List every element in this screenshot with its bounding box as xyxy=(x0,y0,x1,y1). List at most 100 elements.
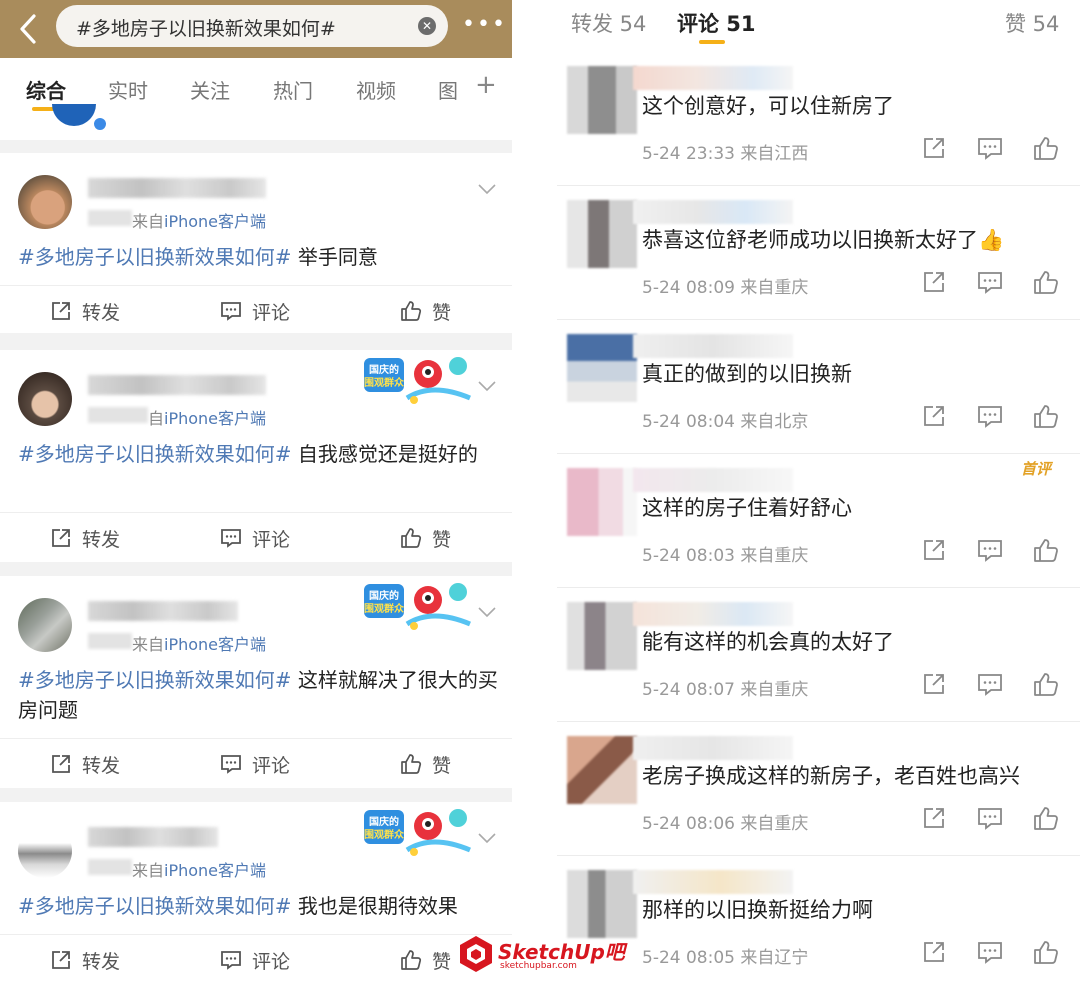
add-tab-icon[interactable]: + xyxy=(475,70,497,100)
thumbs-up-icon[interactable] xyxy=(1033,403,1059,429)
commenter-name-blurred[interactable] xyxy=(633,66,793,90)
active-tab-indicator xyxy=(699,40,725,44)
commenter-avatar[interactable] xyxy=(567,66,637,134)
commenter-name-blurred[interactable] xyxy=(633,870,793,894)
verified-icon xyxy=(94,118,106,130)
avatar[interactable] xyxy=(18,372,72,426)
comment-label: 评论 xyxy=(252,755,291,777)
commenter-name-blurred[interactable] xyxy=(633,736,793,760)
comment-icon[interactable] xyxy=(977,805,1003,831)
tab-reposts[interactable]: 转发 54 xyxy=(571,8,646,38)
comment-item[interactable]: 首评 这样的房子住着好舒心 5-24 08:03 来自重庆 xyxy=(557,454,1080,588)
username-blurred[interactable] xyxy=(88,601,238,621)
thumbs-up-icon[interactable] xyxy=(1033,269,1059,295)
username-blurred[interactable] xyxy=(88,178,266,198)
account-logo-icon xyxy=(52,104,96,126)
username-blurred[interactable] xyxy=(88,827,218,847)
share-icon[interactable] xyxy=(921,403,947,429)
share-icon[interactable] xyxy=(921,269,947,295)
comment-button[interactable]: 评论 xyxy=(220,751,290,778)
watermark-subtitle: sketchupbar.com xyxy=(500,961,577,971)
avatar[interactable] xyxy=(18,824,72,878)
comment-icon[interactable] xyxy=(977,135,1003,161)
tab-video[interactable]: 视频 xyxy=(356,75,396,104)
tab-hot[interactable]: 热门 xyxy=(273,75,313,104)
chevron-down-icon[interactable] xyxy=(477,376,497,396)
like-button[interactable]: 赞 xyxy=(400,298,451,325)
commenter-name-blurred[interactable] xyxy=(633,602,793,626)
comment-item[interactable]: 恭喜这位舒老师成功以旧换新太好了👍 5-24 08:09 来自重庆 xyxy=(557,186,1080,320)
post-source: 来自iPhone客户端 xyxy=(132,208,266,232)
repost-label: 转发 xyxy=(82,529,121,551)
thumbs-up-icon[interactable] xyxy=(1033,537,1059,563)
comment-icon[interactable] xyxy=(977,939,1003,965)
comment-icon[interactable] xyxy=(977,537,1003,563)
chevron-down-icon[interactable] xyxy=(477,179,497,199)
like-button[interactable]: 赞 xyxy=(400,751,451,778)
commenter-name-blurred[interactable] xyxy=(633,468,793,492)
tab-realtime[interactable]: 实时 xyxy=(108,75,148,104)
comment-item[interactable]: 这个创意好，可以住新房了 5-24 23:33 来自江西 xyxy=(557,52,1080,186)
repost-button[interactable]: 转发 xyxy=(50,525,120,552)
comment-icon[interactable] xyxy=(977,671,1003,697)
commenter-avatar[interactable] xyxy=(567,468,637,536)
post-card[interactable]: 自iPhone客户端 国庆的 围观群众 #多地房子以旧换新效果如何# 自我感觉还是… xyxy=(0,350,512,562)
thumbs-up-icon[interactable] xyxy=(1033,135,1059,161)
commenter-name-blurred[interactable] xyxy=(633,200,793,224)
thumbs-up-icon xyxy=(401,950,422,970)
chevron-down-icon[interactable] xyxy=(477,828,497,848)
comments-panel: 转发 54 评论 51 赞 54 这个创意好，可以住新房了 5-24 23:33… xyxy=(557,0,1080,985)
like-button[interactable]: 赞 xyxy=(400,525,451,552)
hashtag-link[interactable]: #多地房子以旧换新效果如何# xyxy=(18,668,292,692)
post-card[interactable]: 来自iPhone客户端 国庆的 围观群众 #多地房子以旧换新效果如何# 这样就解决… xyxy=(0,576,512,788)
hashtag-link[interactable]: #多地房子以旧换新效果如何# xyxy=(18,894,292,918)
post-card[interactable]: 来自iPhone客户端 国庆的 围观群众 #多地房子以旧换新效果如何# 我也是很期… xyxy=(0,802,512,985)
repost-button[interactable]: 转发 xyxy=(50,298,120,325)
tab-images[interactable]: 图 xyxy=(438,75,458,104)
clear-search-icon[interactable]: ✕ xyxy=(418,17,436,35)
share-icon[interactable] xyxy=(921,135,947,161)
thumbs-up-icon[interactable] xyxy=(1033,671,1059,697)
share-icon[interactable] xyxy=(921,671,947,697)
commenter-avatar[interactable] xyxy=(567,736,637,804)
comment-item[interactable]: 能有这样的机会真的太好了 5-24 08:07 来自重庆 xyxy=(557,588,1080,722)
commenter-avatar[interactable] xyxy=(567,602,637,670)
commenter-avatar[interactable] xyxy=(567,334,637,402)
thumbs-up-icon[interactable] xyxy=(1033,939,1059,965)
share-icon[interactable] xyxy=(921,537,947,563)
source-prefix: 来自 xyxy=(132,635,165,654)
like-label: 赞 xyxy=(432,302,452,324)
comment-item[interactable]: 老房子换成这样的新房子，老百姓也高兴 5-24 08:06 来自重庆 xyxy=(557,722,1080,856)
tab-comments[interactable]: 评论 51 xyxy=(677,8,756,38)
more-options-button[interactable]: ••• xyxy=(462,12,505,42)
post-body: 我也是很期待效果 xyxy=(291,894,458,918)
share-icon[interactable] xyxy=(921,805,947,831)
chevron-down-icon[interactable] xyxy=(477,602,497,622)
comment-icon[interactable] xyxy=(977,269,1003,295)
comment-button[interactable]: 评论 xyxy=(220,298,290,325)
thumbs-up-icon[interactable] xyxy=(1033,805,1059,831)
repost-button[interactable]: 转发 xyxy=(50,947,120,974)
repost-button[interactable]: 转发 xyxy=(50,751,120,778)
comment-item[interactable]: 真正的做到的以旧换新 5-24 08:04 来自北京 xyxy=(557,320,1080,454)
post-card[interactable]: 来自iPhone客户端 #多地房子以旧换新效果如何# 举手同意 转发 评论 赞 xyxy=(0,153,512,333)
username-blurred[interactable] xyxy=(88,375,266,395)
comment-icon[interactable] xyxy=(977,403,1003,429)
hashtag-link[interactable]: #多地房子以旧换新效果如何# xyxy=(18,245,292,269)
hashtag-link[interactable]: #多地房子以旧换新效果如何# xyxy=(18,442,292,466)
commenter-name-blurred[interactable] xyxy=(633,334,793,358)
commenter-avatar[interactable] xyxy=(567,200,637,268)
comment-button[interactable]: 评论 xyxy=(220,525,290,552)
avatar[interactable] xyxy=(18,598,72,652)
share-icon[interactable] xyxy=(921,939,947,965)
tab-following[interactable]: 关注 xyxy=(190,75,230,104)
commenter-avatar[interactable] xyxy=(567,870,637,938)
comment-button[interactable]: 评论 xyxy=(220,947,290,974)
search-input[interactable]: #多地房子以旧换新效果如何# ✕ xyxy=(56,5,448,47)
back-button[interactable] xyxy=(14,12,44,46)
tab-likes[interactable]: 赞 54 xyxy=(1005,8,1059,38)
like-button[interactable]: 赞 xyxy=(400,947,451,974)
avatar[interactable] xyxy=(18,175,72,229)
like-label: 赞 xyxy=(432,951,452,973)
tab-comprehensive[interactable]: 综合 xyxy=(26,75,66,104)
